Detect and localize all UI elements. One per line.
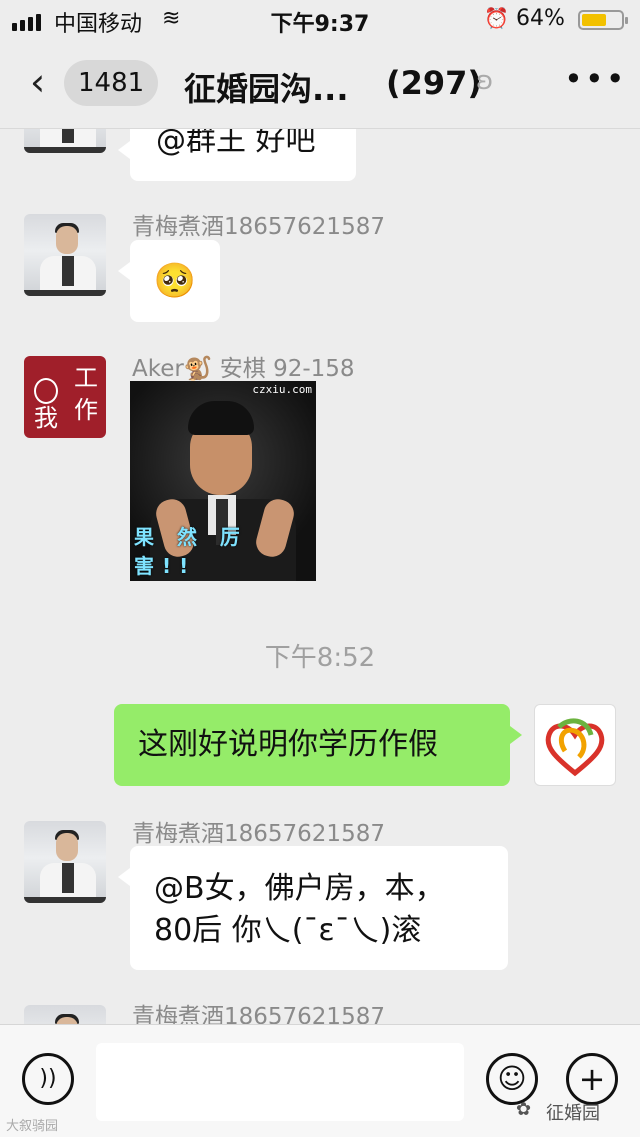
more-button[interactable]: ••• (564, 60, 627, 98)
avatar[interactable]: 工 作 我 (24, 356, 106, 438)
message-bubble[interactable]: @群王 好吧 (118, 129, 356, 181)
chat-title: 征婚园沟... (184, 70, 349, 108)
pleading-face-icon: 🥺 (153, 261, 197, 301)
avatar[interactable] (24, 821, 106, 903)
message-bubble[interactable]: 这刚好说明你学历作假 (114, 704, 522, 786)
heart-logo-icon (545, 718, 605, 777)
sender-name: Aker🐒 安棋 92-158 (132, 356, 355, 382)
plus-icon: + (578, 1060, 606, 1098)
smiley-icon: ☺ (497, 1062, 527, 1095)
avatar[interactable] (24, 214, 106, 296)
message-text-line: 80后 你乀(ˉεˉ乀)滚 (154, 913, 422, 948)
watermark-left: 大叙骑园 (6, 1119, 59, 1134)
avatar[interactable] (24, 129, 106, 153)
message-bubble[interactable]: @B女，佛户房，本， 80后 你乀(ˉεˉ乀)滚 (118, 846, 508, 970)
unread-count-badge[interactable]: 1481 (64, 60, 159, 106)
sender-name: 青梅煮酒18657621587 (132, 214, 385, 240)
avatar[interactable] (534, 704, 616, 786)
back-button[interactable]: ‹ (30, 62, 45, 102)
more-actions-button[interactable]: + (566, 1053, 618, 1105)
message-text: 这刚好说明你学历作假 (138, 727, 438, 762)
voice-button[interactable]: )) (22, 1053, 74, 1105)
message-text-line: @B女，佛户房，本， (154, 871, 445, 906)
time-divider: 下午8:52 (264, 643, 376, 673)
voice-icon: )) (39, 1066, 57, 1091)
battery-icon (578, 10, 628, 30)
earpiece-mode-icon: ʚ (476, 66, 494, 96)
alarm-icon: ⏰ (484, 6, 509, 30)
image-caption: 果 然 厉 害!! (134, 525, 248, 578)
message-bubble[interactable]: 🥺 (118, 240, 220, 322)
image-watermark: czxiu.com (252, 383, 312, 396)
sender-name: 青梅煮酒18657621587 (132, 1004, 385, 1024)
input-bar: )) ☺ + 大叙骑园 ✿ 征婚园 (0, 1024, 640, 1137)
more-dots-icon: ••• (564, 60, 627, 98)
emoji-button[interactable]: ☺ (486, 1053, 538, 1105)
sender-name: 青梅煮酒18657621587 (132, 821, 385, 847)
chat-header: ‹ 1481 征婚园沟... (297) ʚ ••• (0, 42, 640, 129)
message-input[interactable] (96, 1043, 464, 1121)
battery-percent: 64% (516, 6, 565, 31)
message-text: @群王 好吧 (156, 129, 316, 158)
wechat-logo-icon: ✿ (516, 1099, 532, 1120)
member-count: (297) (386, 64, 483, 102)
avatar[interactable] (24, 1005, 106, 1024)
status-bar: 中国移动 ≋ 下午9:37 ⏰ 64% (0, 0, 640, 42)
image-message[interactable]: czxiu.com 果 然 厉 害!! (130, 381, 316, 581)
watermark-right: 征婚园 (546, 1103, 600, 1124)
chevron-left-icon: ‹ (30, 60, 46, 104)
message-list[interactable]: @群王 好吧 青梅煮酒18657621587 🥺 工 作 我 Aker🐒 安棋 … (0, 129, 640, 1024)
